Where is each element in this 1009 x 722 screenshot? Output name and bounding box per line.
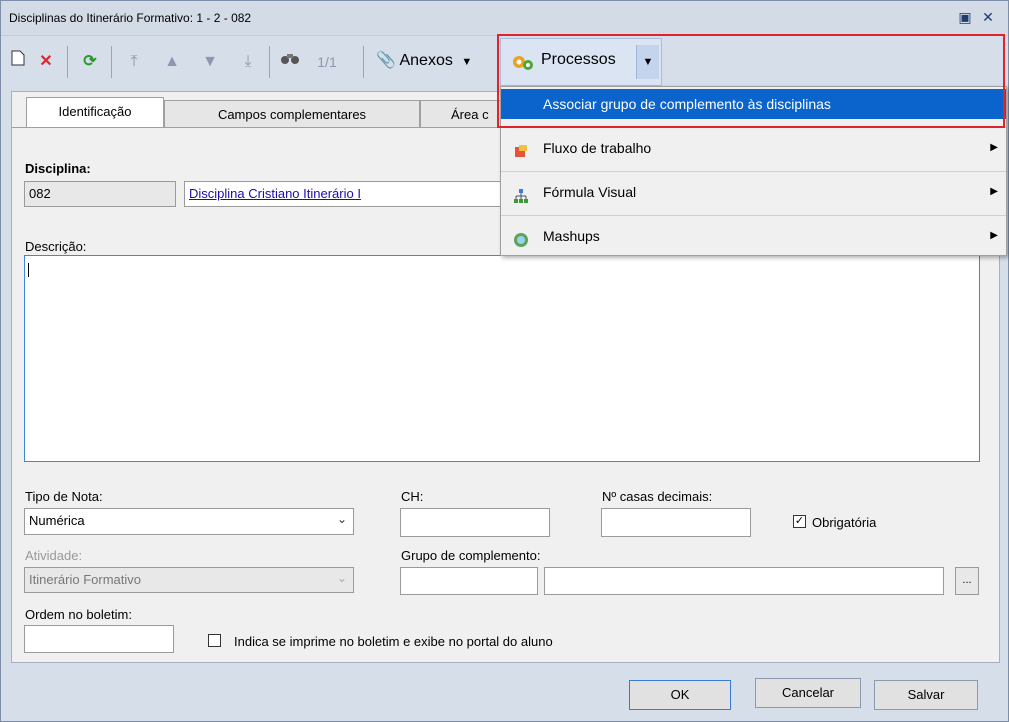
menu-divider bbox=[501, 171, 1006, 172]
chevron-down-icon: ▼ bbox=[461, 56, 473, 68]
menu-item-label: Mashups bbox=[543, 228, 600, 244]
refresh-icon[interactable]: ⟳ bbox=[79, 50, 101, 74]
ordem-boletim-label: Ordem no boletim: bbox=[25, 607, 132, 622]
paperclip-icon: 📎 bbox=[376, 52, 396, 69]
ok-button[interactable]: OK bbox=[629, 680, 731, 710]
imprime-boletim-label: Indica se imprime no boletim e exibe no … bbox=[234, 634, 553, 649]
submenu-arrow-icon: ▶ bbox=[990, 142, 998, 153]
delete-icon[interactable]: ✕ bbox=[35, 50, 57, 74]
obrigatoria-checkbox[interactable]: ✓ bbox=[793, 515, 806, 528]
imprime-boletim-checkbox[interactable] bbox=[208, 634, 221, 647]
cancelar-button[interactable]: Cancelar bbox=[755, 678, 861, 708]
tab-label: Identificação bbox=[58, 104, 132, 119]
ch-input[interactable] bbox=[400, 508, 550, 537]
menu-item-label: Fluxo de trabalho bbox=[543, 140, 652, 156]
binoculars-icon[interactable] bbox=[278, 50, 302, 74]
tab-identificacao[interactable]: Identificação bbox=[26, 97, 164, 130]
menu-item-fluxo-trabalho[interactable]: Fluxo de trabalho ▶ bbox=[501, 133, 1006, 163]
descricao-textarea[interactable] bbox=[24, 255, 980, 462]
record-counter: 1/1 bbox=[317, 54, 337, 70]
anexos-label: Anexos bbox=[399, 52, 453, 69]
grupo-complemento-lookup-button[interactable]: ... bbox=[955, 567, 979, 595]
menu-item-associar-grupo[interactable]: Associar grupo de complemento às discipl… bbox=[501, 89, 1006, 119]
descricao-label: Descrição: bbox=[25, 239, 87, 254]
workflow-icon bbox=[513, 140, 529, 157]
toolbar-divider bbox=[67, 46, 68, 78]
new-record-icon[interactable] bbox=[9, 50, 27, 74]
disciplina-label: Disciplina: bbox=[25, 161, 91, 176]
grupo-complemento-name-input[interactable] bbox=[544, 567, 944, 595]
close-icon[interactable]: ✕ bbox=[979, 8, 997, 26]
ch-label: CH: bbox=[401, 489, 424, 504]
menu-item-label: Fórmula Visual bbox=[543, 184, 637, 200]
obrigatoria-label: Obrigatória bbox=[812, 515, 877, 530]
window-title: Disciplinas do Itinerário Formativo: 1 -… bbox=[9, 11, 252, 25]
tipo-nota-label: Tipo de Nota: bbox=[25, 489, 103, 504]
tab-label: Área c bbox=[451, 107, 489, 122]
title-bar: Disciplinas do Itinerário Formativo: 1 -… bbox=[1, 1, 1008, 36]
salvar-button[interactable]: Salvar bbox=[874, 680, 978, 710]
disciplina-name-link[interactable]: Disciplina Cristiano Itinerário I bbox=[184, 181, 502, 207]
chevron-down-icon: ⌄ bbox=[336, 571, 347, 585]
tipo-nota-value: Numérica bbox=[29, 513, 85, 528]
processos-menu: Associar grupo de complemento às discipl… bbox=[500, 86, 1007, 256]
tab-campos-complementares[interactable]: Campos complementares bbox=[164, 100, 420, 129]
grupo-complemento-label: Grupo de complemento: bbox=[401, 548, 541, 563]
atividade-label: Atividade: bbox=[25, 548, 83, 563]
chevron-down-icon[interactable]: ▼ bbox=[636, 45, 659, 79]
toolbar-divider bbox=[269, 46, 270, 78]
menu-divider bbox=[501, 127, 1006, 128]
formula-visual-icon bbox=[513, 184, 529, 203]
menu-divider bbox=[501, 215, 1006, 216]
text-cursor bbox=[28, 263, 29, 277]
toolbar-divider bbox=[111, 46, 112, 78]
submenu-arrow-icon: ▶ bbox=[990, 230, 998, 241]
atividade-value: Itinerário Formativo bbox=[29, 572, 141, 587]
processos-label: Processos bbox=[541, 51, 616, 68]
mashups-icon bbox=[513, 228, 529, 247]
chevron-down-icon: ⌄ bbox=[336, 512, 347, 526]
menu-item-mashups[interactable]: Mashups ▶ bbox=[501, 221, 1006, 251]
atividade-select: Itinerário Formativo ⌄ bbox=[24, 567, 354, 593]
disciplina-code-field[interactable]: 082 bbox=[24, 181, 176, 207]
toolbar-divider bbox=[363, 46, 364, 78]
tipo-nota-select[interactable]: Numérica ⌄ bbox=[24, 508, 354, 535]
next-record-icon[interactable]: ▼ bbox=[199, 50, 221, 74]
processos-button[interactable]: Processos ▼ bbox=[500, 38, 662, 86]
gears-icon bbox=[511, 52, 535, 75]
grupo-complemento-code-input[interactable] bbox=[400, 567, 538, 595]
casas-decimais-input[interactable] bbox=[601, 508, 751, 537]
casas-decimais-label: Nº casas decimais: bbox=[602, 489, 713, 504]
menu-item-label: Associar grupo de complemento às discipl… bbox=[543, 96, 831, 112]
previous-record-icon[interactable]: ▲ bbox=[161, 50, 183, 74]
last-record-icon[interactable]: ⤓ bbox=[237, 50, 259, 74]
maximize-icon[interactable]: ▣ bbox=[956, 8, 974, 26]
ordem-boletim-input[interactable] bbox=[24, 625, 174, 653]
tab-label: Campos complementares bbox=[217, 107, 367, 122]
menu-item-formula-visual[interactable]: Fórmula Visual ▶ bbox=[501, 177, 1006, 207]
first-record-icon[interactable]: ⤒ bbox=[123, 50, 145, 74]
anexos-button[interactable]: 📎 Anexos ▼ bbox=[376, 48, 472, 74]
submenu-arrow-icon: ▶ bbox=[990, 186, 998, 197]
